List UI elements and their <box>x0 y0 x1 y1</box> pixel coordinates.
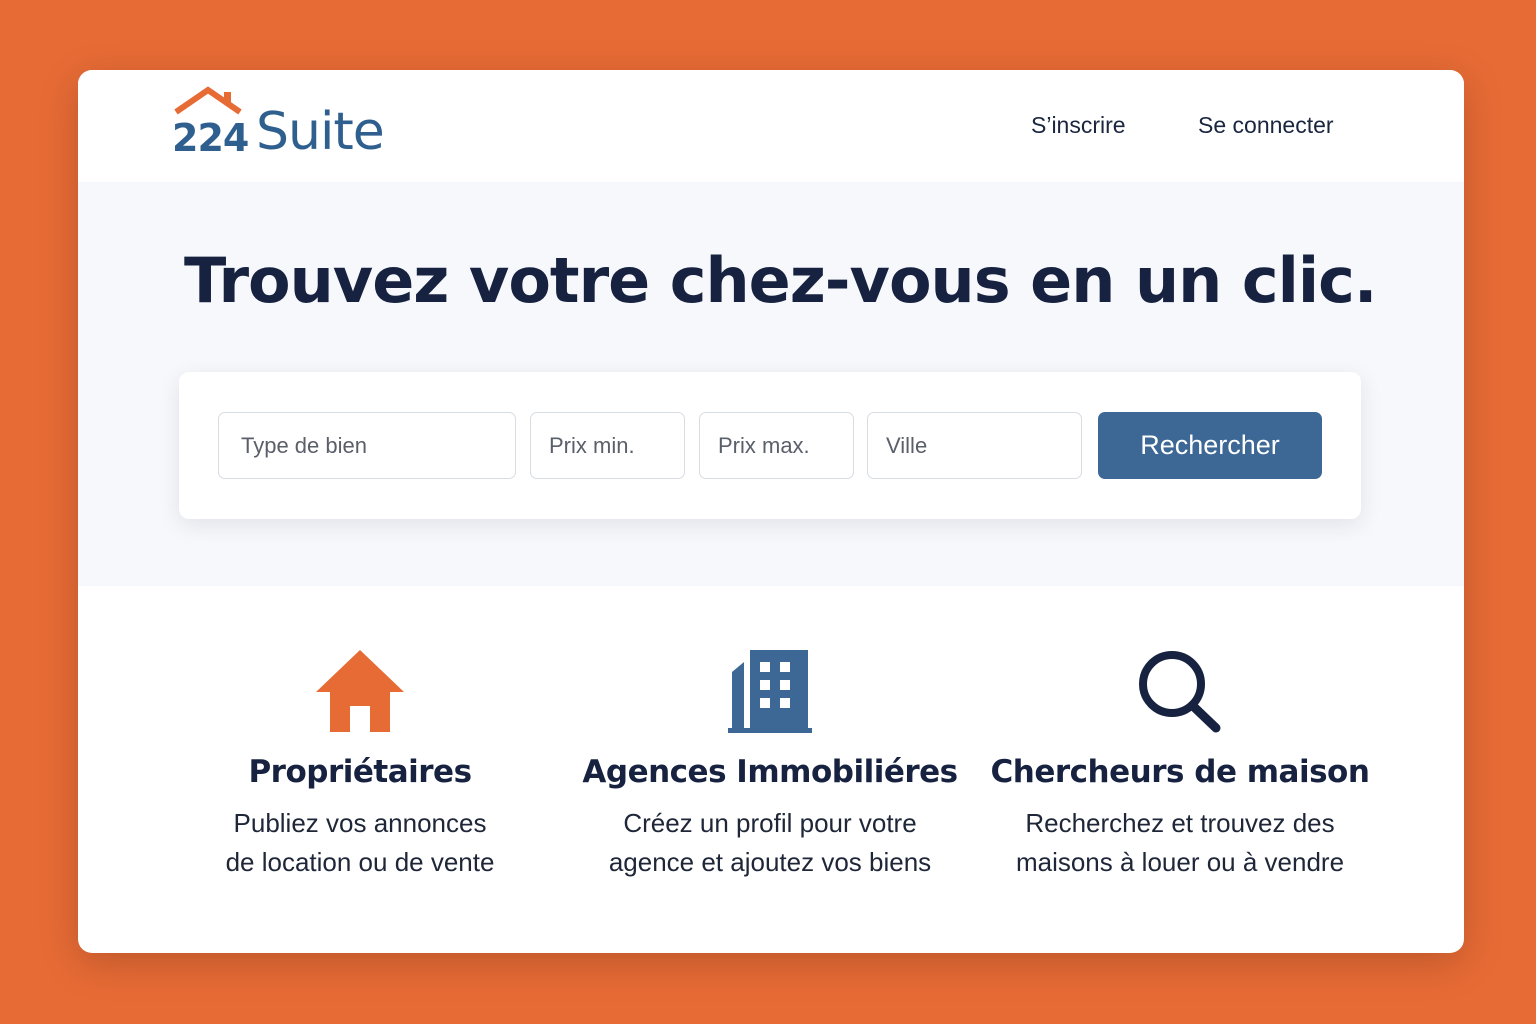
signup-link[interactable]: S’inscrire <box>1031 112 1126 139</box>
feature-description-line: de location ou de vente <box>225 847 495 877</box>
feature-home-seekers: Chercheurs de maison Recherchez et trouv… <box>990 648 1370 882</box>
feature-description-line: maisons à louer ou à vendre <box>1015 847 1345 877</box>
logo[interactable]: 224 Suite <box>172 86 402 176</box>
search-button[interactable]: Rechercher <box>1098 412 1322 479</box>
feature-description-line: Recherchez et trouvez des <box>1025 808 1335 838</box>
main-card: 224 Suite S’inscrire Se connecter Trouve… <box>78 70 1464 953</box>
logo-number: 224 <box>172 116 249 160</box>
feature-title: Chercheurs de maison <box>990 754 1370 790</box>
feature-title: Propriétaires <box>248 754 472 790</box>
roof-icon <box>174 86 242 115</box>
feature-title: Agences Immobiliéres <box>582 754 958 790</box>
login-link[interactable]: Se connecter <box>1198 112 1334 139</box>
feature-agencies: Agences Immobiliéres Créez un profil pou… <box>580 648 960 882</box>
feature-description: Recherchez et trouvez des maisons à loue… <box>990 804 1370 882</box>
feature-description: Créez un profil pour votre agence et ajo… <box>580 804 960 882</box>
feature-description-line: Publiez vos annonces <box>233 808 487 838</box>
logo-name: Suite <box>256 102 385 162</box>
property-type-input[interactable] <box>218 412 516 479</box>
header: 224 Suite S’inscrire Se connecter <box>78 70 1464 182</box>
feature-owners: Propriétaires Publiez vos annonces de lo… <box>170 648 550 882</box>
house-icon <box>316 650 404 732</box>
feature-description-line: Créez un profil pour votre <box>623 808 917 838</box>
hero-section: Trouvez votre chez-vous en un clic. Rech… <box>78 182 1464 586</box>
search-icon <box>1139 651 1221 733</box>
building-icon <box>728 650 812 733</box>
city-input[interactable] <box>867 412 1082 479</box>
hero-title: Trouvez votre chez-vous en un clic. <box>184 244 1377 317</box>
search-box: Rechercher <box>179 372 1361 519</box>
max-price-input[interactable] <box>699 412 854 479</box>
min-price-input[interactable] <box>530 412 685 479</box>
feature-description: Publiez vos annonces de location ou de v… <box>170 804 550 882</box>
feature-description-line: agence et ajoutez vos biens <box>608 847 932 877</box>
